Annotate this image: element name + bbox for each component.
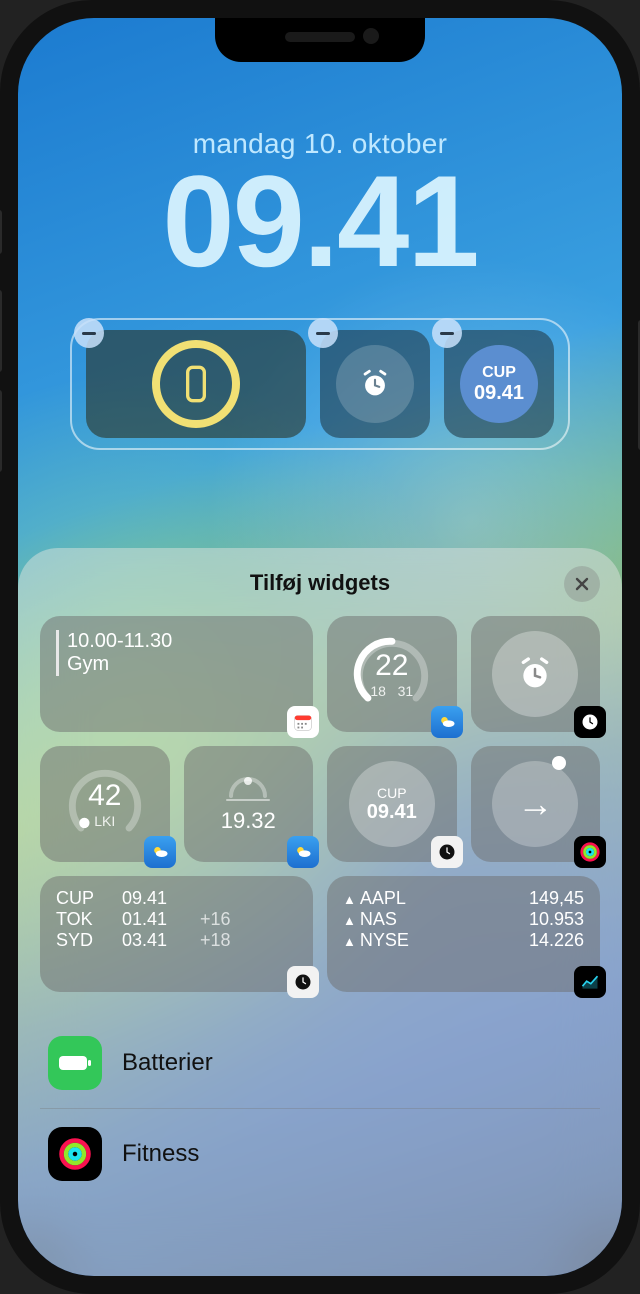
up-triangle-icon: ▲: [343, 934, 356, 949]
calendar-widget-suggestion[interactable]: 10.00-11.30 Gym: [40, 616, 313, 732]
clock-app-badge: [574, 706, 606, 738]
widget-suggestions-grid: 10.00-11.30 Gym: [40, 616, 600, 992]
app-name-label: Batterier: [122, 1049, 213, 1077]
aqi-label: LKI: [94, 813, 115, 829]
city-offset: +16: [200, 909, 231, 930]
weather-icon: [293, 842, 313, 862]
phone-frame: mandag 10. oktober 09.41: [0, 0, 640, 1294]
weather-app-badge: [287, 836, 319, 868]
lock-widget-row[interactable]: CUP 09.41: [70, 318, 570, 450]
clock-app-badge: [287, 966, 319, 998]
remove-widget-button[interactable]: [432, 318, 462, 348]
clock-icon: [437, 842, 457, 862]
app-name-label: Fitness: [122, 1140, 199, 1168]
temperature-low: 18: [370, 683, 386, 699]
city-offset: +18: [200, 930, 231, 951]
activity-dot-icon: [552, 756, 566, 770]
lock-screen-header: mandag 10. oktober 09.41: [18, 128, 622, 286]
world-clock-widget-suggestion[interactable]: CUP 09.41: [327, 746, 457, 862]
battery-ring-icon: [152, 340, 240, 428]
widget-slot-battery-ring[interactable]: [86, 330, 306, 438]
close-sheet-button[interactable]: [564, 566, 600, 602]
world-clock-list-widget-suggestion[interactable]: CUP 09.41 TOK 01.41 +16 SYD 03.41 +18: [40, 876, 313, 992]
sunset-widget-suggestion[interactable]: 19.32: [184, 746, 314, 862]
screen: mandag 10. oktober 09.41: [18, 18, 622, 1276]
world-clock-time: 09.41: [367, 801, 417, 824]
weather-app-badge: [144, 836, 176, 868]
clock-icon: [580, 712, 600, 732]
widget-slot-alarm[interactable]: [320, 330, 430, 438]
calendar-event-title: Gym: [67, 653, 297, 676]
city-time: 01.41: [122, 909, 180, 930]
calendar-app-badge: [287, 706, 319, 738]
fitness-ring-widget-suggestion[interactable]: →: [471, 746, 601, 862]
alarm-widget-suggestion[interactable]: [471, 616, 601, 732]
aqi-widget-suggestion[interactable]: 42 LKI: [40, 746, 170, 862]
stock-value: 10.953: [529, 909, 584, 930]
weather-icon: [437, 712, 457, 732]
arrow-right-icon: →: [517, 783, 553, 825]
widget-slot-world-clock[interactable]: CUP 09.41: [444, 330, 554, 438]
calendar-icon: [292, 711, 314, 733]
city-code: CUP: [56, 888, 102, 909]
battery-icon: [58, 1053, 92, 1073]
stock-symbol: NYSE: [360, 930, 409, 950]
weather-app-badge: [431, 706, 463, 738]
aqi-value: 42: [88, 779, 121, 813]
notch: [215, 18, 425, 62]
activity-rings-icon: [579, 841, 601, 863]
temperature-current: 22: [375, 649, 408, 683]
stock-value: 149,45: [529, 888, 584, 909]
city-code: TOK: [56, 909, 102, 930]
phone-icon: [176, 364, 216, 404]
close-icon: [574, 576, 590, 592]
weather-icon: [150, 842, 170, 862]
remove-widget-button[interactable]: [308, 318, 338, 348]
stock-symbol: AAPL: [360, 888, 406, 908]
weather-temperature-widget-suggestion[interactable]: 22 18 31: [327, 616, 457, 732]
add-widgets-sheet: Tilføj widgets 10.00-11.30 Gym: [18, 548, 622, 1276]
stocks-icon: [580, 972, 600, 992]
volume-up-button: [0, 290, 2, 372]
activity-rings-icon: [57, 1136, 93, 1172]
batteries-app-icon: [48, 1036, 102, 1090]
world-clock-city-label: CUP: [377, 785, 407, 801]
volume-down-button: [0, 390, 2, 472]
temperature-high: 31: [398, 683, 414, 699]
stocks-widget-suggestion[interactable]: ▲ AAPL 149,45 ▲ NAS 10.953 ▲ NYSE 14.226: [327, 876, 600, 992]
stock-value: 14.226: [529, 930, 584, 951]
alarm-clock-icon: [358, 367, 392, 401]
stock-symbol: NAS: [360, 909, 397, 929]
clock-icon: [293, 972, 313, 992]
sunset-time: 19.32: [221, 808, 276, 834]
remove-widget-button[interactable]: [74, 318, 104, 348]
fitness-app-icon: [48, 1127, 102, 1181]
clock-app-badge: [431, 836, 463, 868]
world-clock-city-label: CUP: [482, 364, 516, 382]
city-code: SYD: [56, 930, 102, 951]
app-list-item-fitness[interactable]: Fitness: [40, 1109, 600, 1199]
sunset-icon: [223, 774, 273, 804]
lock-time[interactable]: 09.41: [18, 156, 622, 286]
up-triangle-icon: ▲: [343, 892, 356, 907]
city-time: 03.41: [122, 930, 180, 951]
stocks-app-badge: [574, 966, 606, 998]
widget-app-list: Batterier Fitness: [40, 1018, 600, 1199]
world-clock-time: 09.41: [474, 382, 524, 405]
calendar-event-time: 10.00-11.30: [67, 630, 297, 653]
app-list-item-batteries[interactable]: Batterier: [40, 1018, 600, 1109]
alarm-circle: [336, 345, 414, 423]
city-time: 09.41: [122, 888, 180, 909]
up-triangle-icon: ▲: [343, 913, 356, 928]
mute-switch: [0, 210, 2, 254]
sheet-title: Tilføj widgets: [40, 570, 600, 596]
fitness-app-badge: [574, 836, 606, 868]
alarm-clock-icon: [515, 654, 555, 694]
world-clock-circle: CUP 09.41: [460, 345, 538, 423]
